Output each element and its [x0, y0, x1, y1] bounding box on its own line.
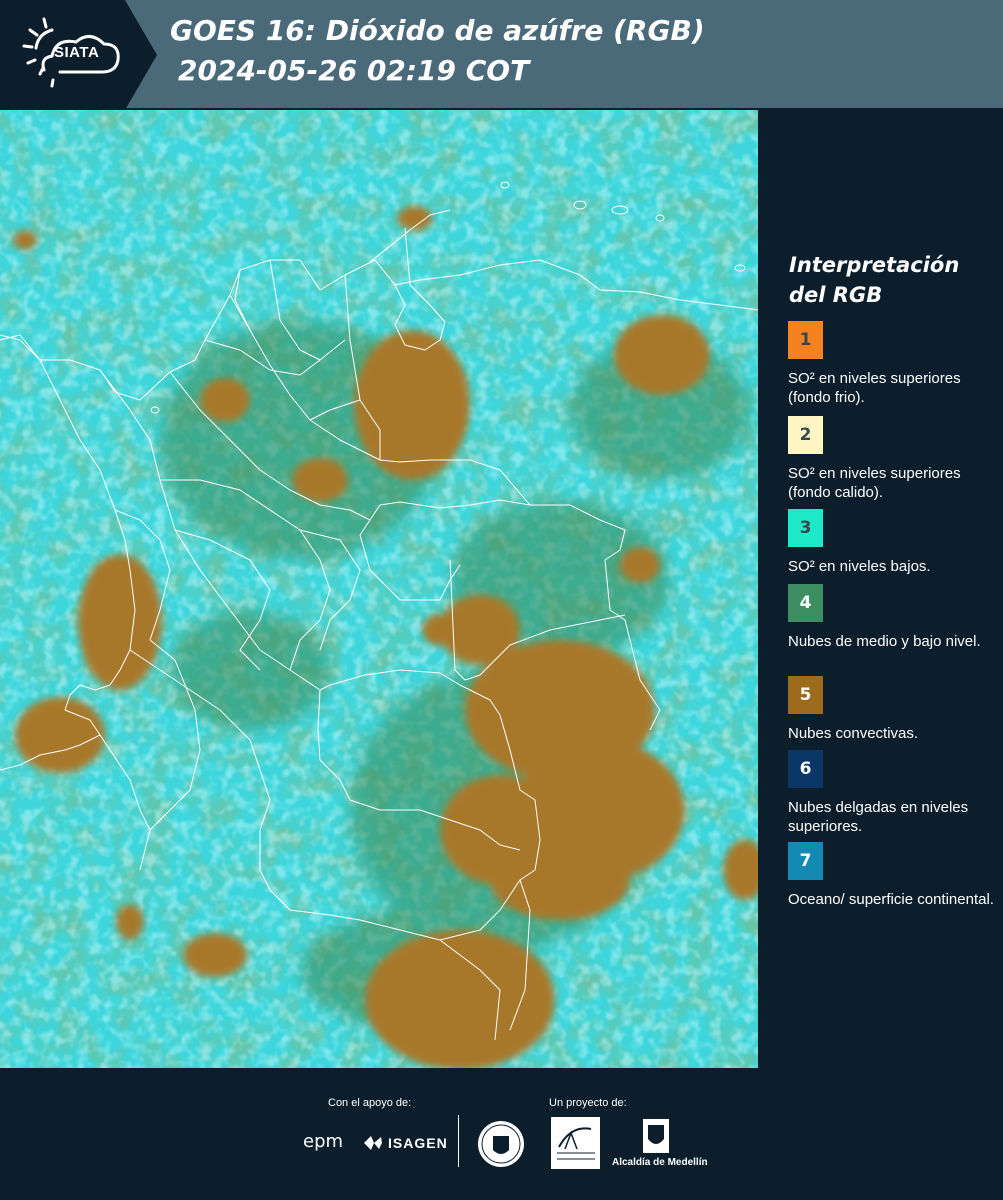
legend-swatch: 5: [788, 676, 823, 714]
page-title: GOES 16: Dióxido de azúfre (RGB): [170, 14, 705, 47]
satellite-map: [0, 110, 758, 1068]
legend-swatch: 4: [788, 584, 823, 622]
support-label: Con el apoyo de:: [328, 1097, 412, 1109]
legend-swatch: 1: [788, 321, 823, 359]
timestamp: 2024-05-26 02:19 COT: [178, 54, 530, 87]
medellin-seal-icon: [478, 1121, 524, 1167]
legend-item-2: 2 SO² en niveles superiores (fondo calid…: [788, 416, 998, 502]
legend-swatch: 7: [788, 842, 823, 880]
legend-label: SO² en niveles superiores (fondo calido)…: [788, 465, 961, 501]
header: SIATA GOES 16: Dióxido de azúfre (RGB) 2…: [0, 0, 1003, 110]
epm-logo: epm: [303, 1131, 344, 1152]
legend-item-3: 3 SO² en niveles bajos.: [788, 509, 998, 576]
legend-swatch: 6: [788, 750, 823, 788]
footer: Con el apoyo de: Un proyecto de: epm ISA…: [0, 1070, 1003, 1200]
legend-label: Oceano/ superficie continental.: [788, 891, 994, 908]
legend-item-5: 5 Nubes convectivas.: [788, 676, 998, 743]
legend: Interpretación del RGB 1 SO² en niveles …: [762, 110, 1003, 1068]
legend-item-7: 7 Oceano/ superficie continental.: [788, 842, 998, 909]
project-label: Un proyecto de:: [549, 1097, 627, 1109]
legend-label: Nubes convectivas.: [788, 725, 919, 742]
siata-logo-text: SIATA: [54, 44, 100, 61]
isagen-logo: ISAGEN: [388, 1135, 448, 1151]
isagen-mark-icon: [364, 1136, 382, 1150]
area-metropolitana-logo: [551, 1117, 600, 1169]
legend-item-1: 1 SO² en niveles superiores (fondo frio)…: [788, 321, 998, 407]
legend-swatch: 3: [788, 509, 823, 547]
legend-label: Nubes delgadas en niveles superiores.: [788, 799, 969, 835]
satellite-image: [0, 110, 758, 1068]
legend-item-4: 4 Nubes de medio y bajo nivel.: [788, 584, 998, 651]
legend-label: SO² en niveles superiores (fondo frio).: [788, 370, 961, 406]
alcaldia-shield-icon: [643, 1119, 669, 1153]
legend-item-6: 6 Nubes delgadas en niveles superiores.: [788, 750, 998, 836]
legend-label: Nubes de medio y bajo nivel.: [788, 633, 981, 650]
alcaldia-text: Alcaldía de Medellín: [612, 1157, 708, 1168]
legend-label: SO² en niveles bajos.: [788, 558, 931, 575]
legend-swatch: 2: [788, 416, 823, 454]
footer-divider: [458, 1115, 459, 1167]
area-logo-icon: [557, 1127, 595, 1160]
legend-title: Interpretación del RGB: [789, 253, 960, 307]
